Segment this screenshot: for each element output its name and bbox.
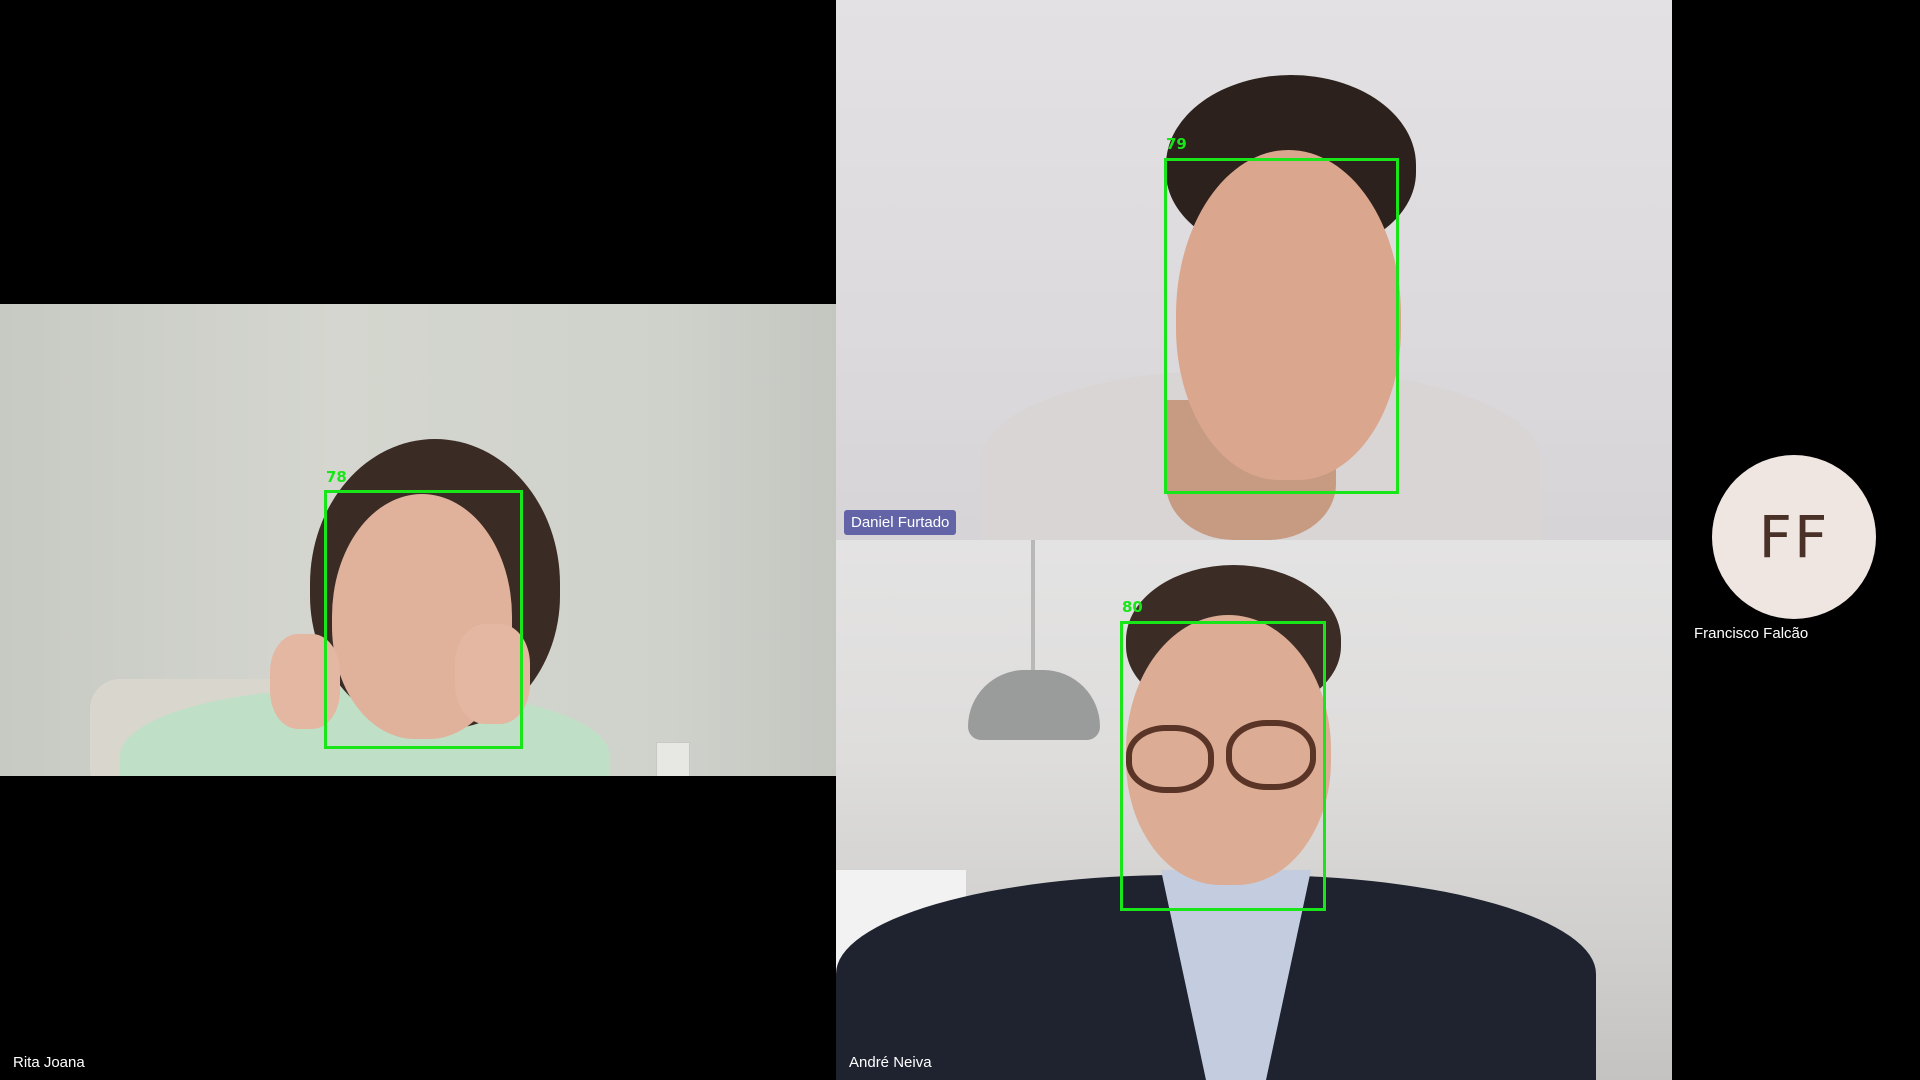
participant-tile-daniel[interactable]: 79 Daniel Furtado: [836, 0, 1672, 540]
face-score-label: 79: [1166, 135, 1187, 153]
face-detection-box: [1164, 158, 1399, 494]
participant-name-label: Rita Joana: [13, 1054, 85, 1071]
meeting-stage: 78 Rita Joana 79 Daniel Furtado 80 André…: [0, 0, 1920, 1080]
participant-tile-rita[interactable]: 78 Rita Joana: [0, 0, 836, 1080]
face-score-label: 78: [326, 468, 347, 486]
participant-name-label: Francisco Falcão: [1694, 625, 1809, 642]
lamp-cord: [1031, 540, 1035, 672]
participant-tile-andre[interactable]: 80 André Neiva: [836, 540, 1672, 1080]
avatar[interactable]: FF: [1712, 455, 1876, 619]
face-detection-box: [324, 490, 523, 749]
face-score-label: 80: [1122, 598, 1143, 616]
wall-switch: [656, 742, 690, 776]
video-feed-rita: 78: [0, 304, 836, 776]
participant-name-label: Daniel Furtado: [844, 510, 957, 535]
face-detection-box: [1120, 621, 1326, 911]
ceiling-lamp: [968, 670, 1100, 740]
participant-name-label: André Neiva: [849, 1054, 932, 1071]
